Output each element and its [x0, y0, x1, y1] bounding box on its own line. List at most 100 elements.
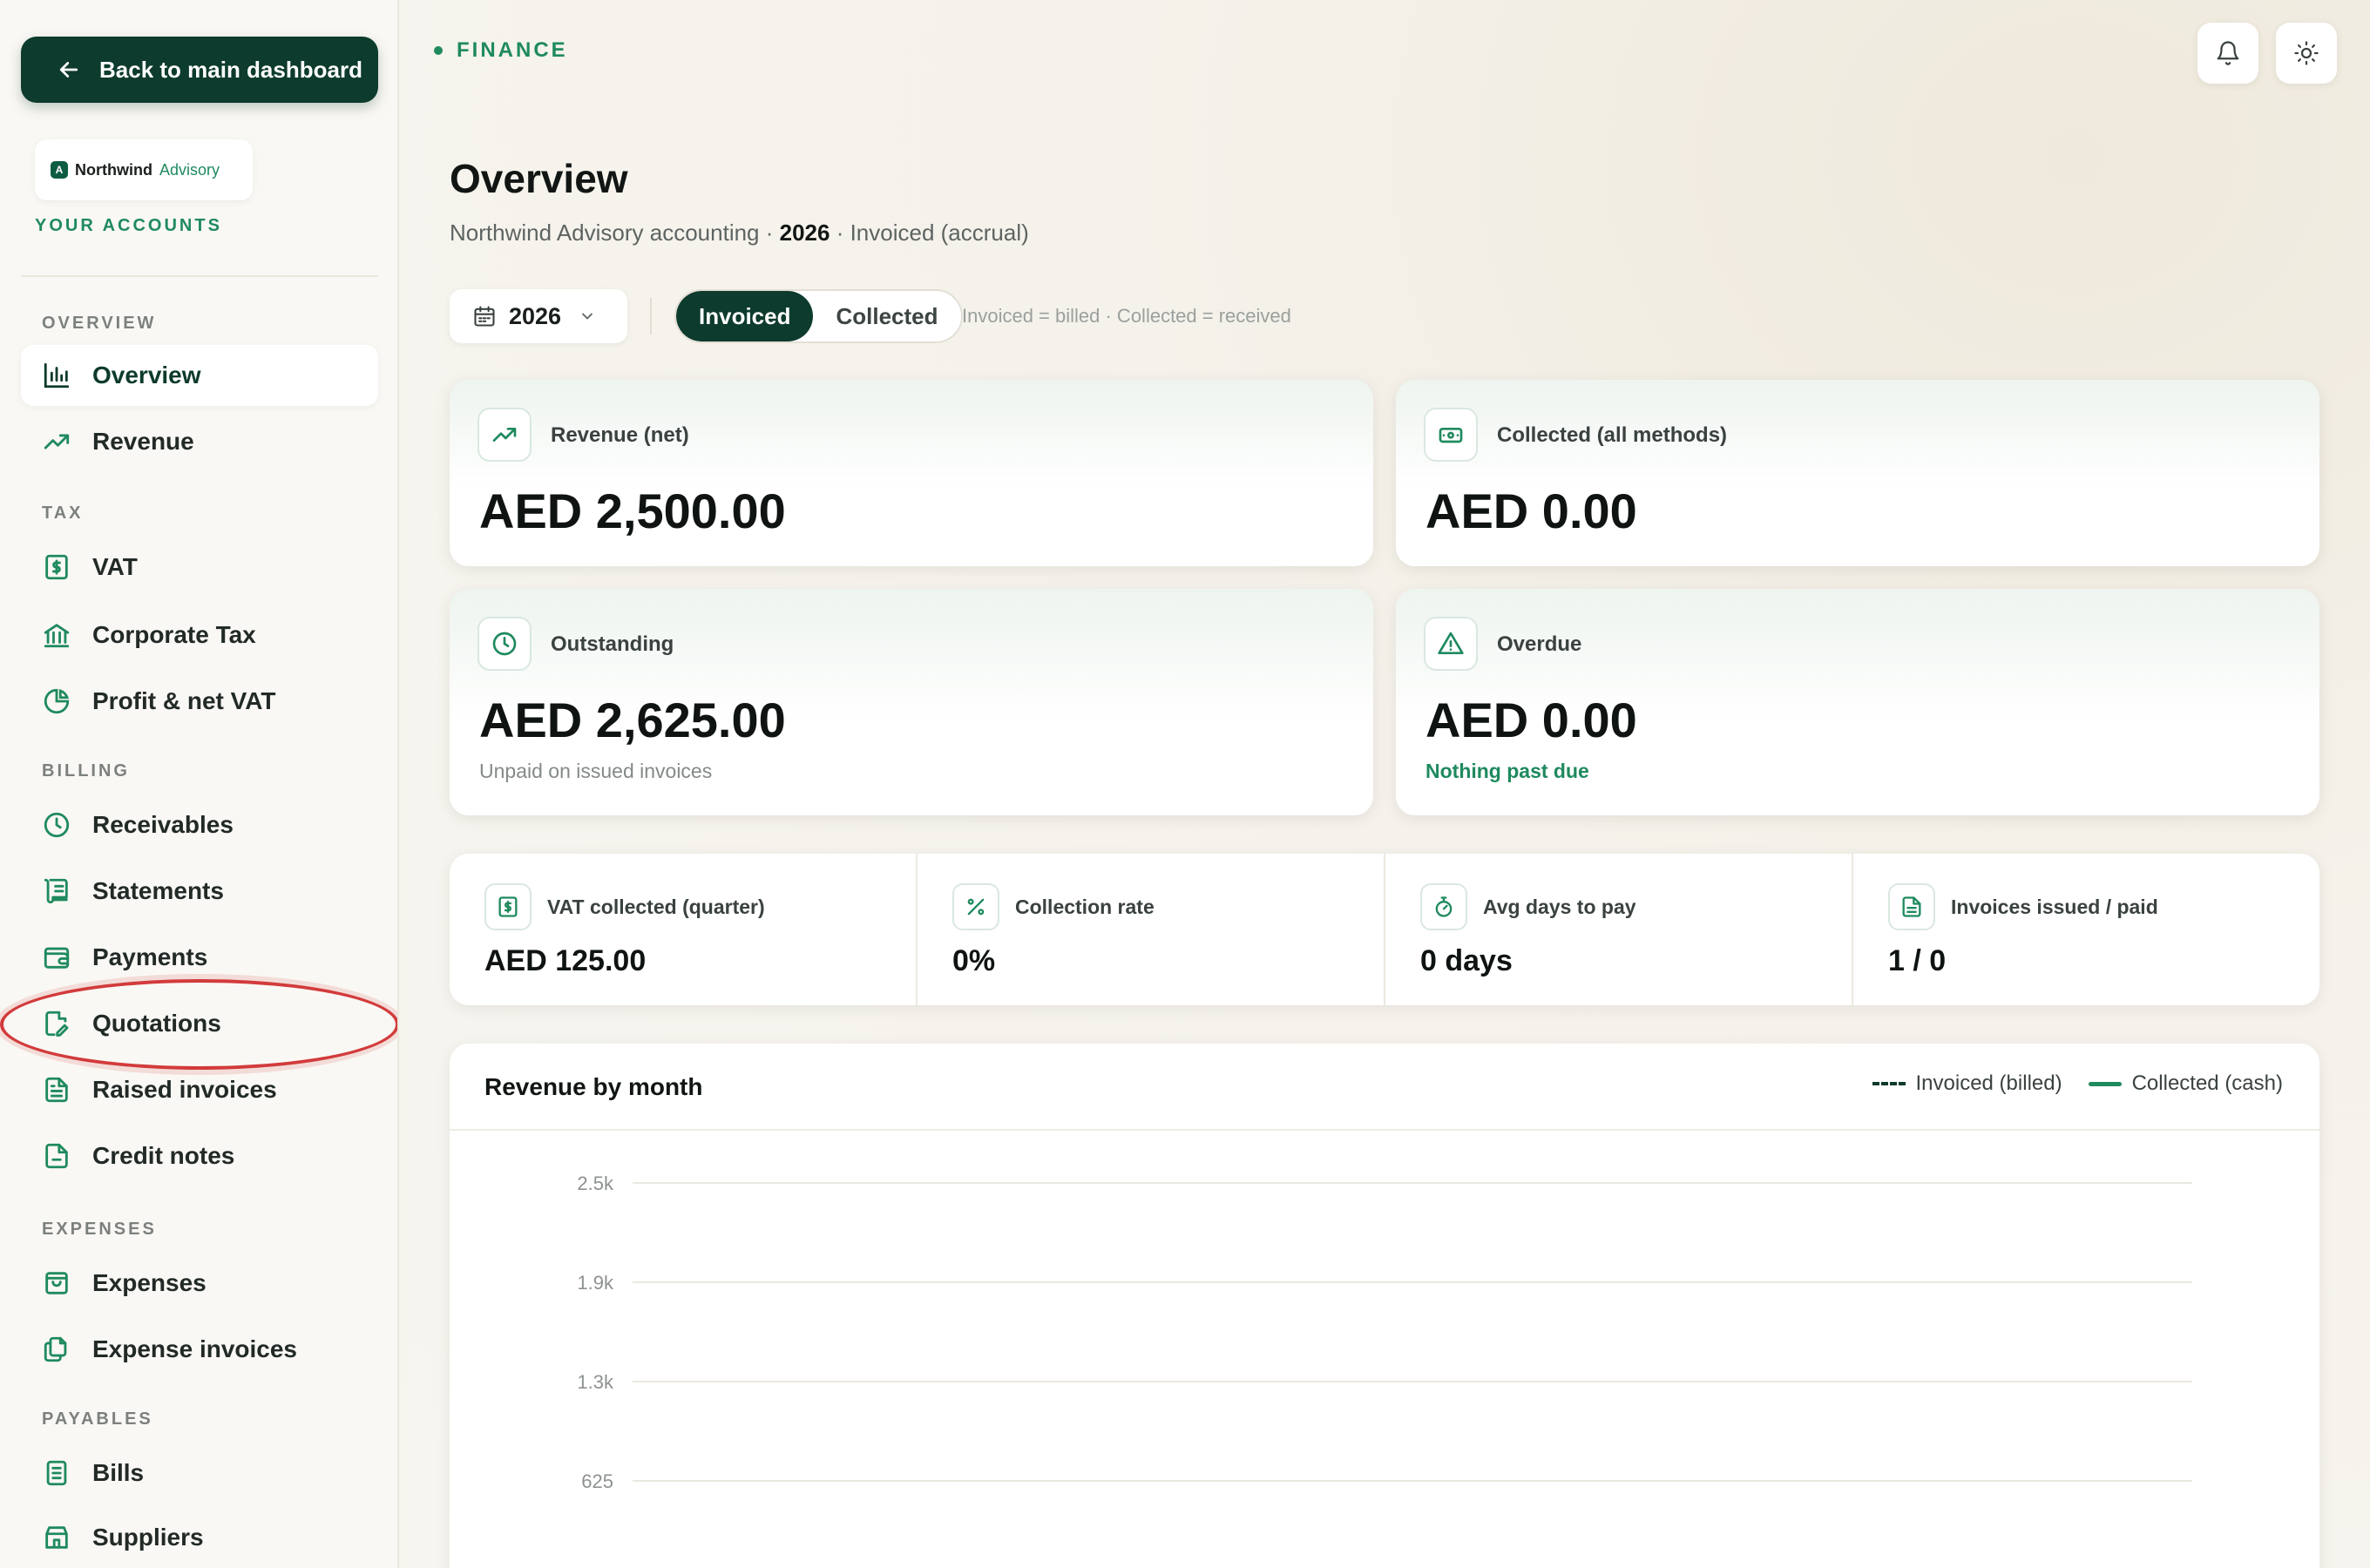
y-tick-label: 625: [581, 1470, 613, 1492]
section-label-tax: TAX: [42, 504, 84, 523]
your-accounts-link[interactable]: YOUR ACCOUNTS: [35, 216, 222, 236]
sidebar-item-label: Overview: [92, 362, 201, 389]
sidebar-item-profit-net-vat[interactable]: Profit & net VAT: [21, 671, 378, 732]
sidebar-item-revenue[interactable]: Revenue: [21, 411, 378, 472]
notifications-button[interactable]: [2197, 23, 2258, 84]
sidebar-item-label: Receivables: [92, 811, 234, 838]
back-to-dashboard-button[interactable]: Back to main dashboard: [21, 37, 378, 103]
brand-sub: Advisory: [159, 160, 220, 179]
sidebar-item-raised-invoices[interactable]: Raised invoices: [21, 1059, 378, 1120]
stats-strip: VAT collected (quarter) AED 125.00 Colle…: [450, 854, 2319, 1005]
shopping-bag-icon: [45, 1272, 68, 1294]
sidebar-item-label: Payments: [92, 943, 208, 970]
kpi-icon: [477, 408, 532, 462]
sidebar-item-suppliers[interactable]: Suppliers: [21, 1507, 378, 1568]
breadcrumb-dot: [434, 46, 443, 55]
chart-legend: Invoiced (billed) Collected (cash): [1872, 1071, 2283, 1096]
legend-swatch-solid: [2088, 1081, 2122, 1086]
file-icon: [45, 1143, 68, 1169]
chart-title: Revenue by month: [484, 1073, 703, 1100]
legend-label: Collected (cash): [2131, 1071, 2283, 1095]
stat-value: 1 / 0: [1888, 944, 1947, 977]
kpi-value: AED 2,625.00: [479, 693, 786, 747]
clock-icon: [492, 632, 517, 656]
receipt-dollar-icon: [498, 896, 518, 917]
year-select-value: 2026: [509, 302, 562, 329]
sidebar-item-expenses[interactable]: Expenses: [21, 1253, 378, 1314]
breadcrumb-label: FINANCE: [457, 38, 568, 62]
sidebar-item-label: VAT: [92, 553, 138, 580]
sidebar-item-statements[interactable]: Statements: [21, 861, 378, 922]
store-icon: [45, 1526, 68, 1549]
sidebar-item-bills[interactable]: Bills: [21, 1443, 378, 1504]
mode-hint: Invoiced = billed · Collected = received: [962, 305, 1291, 327]
kpi-label: Revenue (net): [551, 423, 689, 447]
kpi-value: AED 0.00: [1425, 483, 1637, 538]
stat-label: Invoices issued / paid: [1951, 896, 2158, 918]
kpi-label: Collected (all methods): [1497, 423, 1728, 447]
sidebar-item-label: Profit & net VAT: [92, 687, 276, 714]
y-tick-label: 1.3k: [577, 1371, 614, 1393]
receipt-icon: [46, 1460, 67, 1486]
bank-icon: [44, 624, 70, 648]
theme-toggle-button[interactable]: [2276, 23, 2337, 84]
main-content: FINANCE Overview Northwind Advisory acco…: [401, 0, 2370, 1568]
section-label-expenses: EXPENSES: [42, 1220, 157, 1239]
subtitle-prefix: Northwind Advisory accounting ·: [450, 220, 780, 246]
stat-value: AED 125.00: [484, 944, 647, 977]
wallet-icon: [44, 947, 70, 969]
kpi-card-overdue: Overdue AED 0.00 Nothing past due: [1396, 589, 2319, 815]
sidebar-item-overview[interactable]: Overview: [21, 345, 378, 406]
sidebar-item-label: Quotations: [92, 1010, 221, 1037]
section-label-overview: OVERVIEW: [42, 314, 157, 333]
kpi-icon: [1424, 408, 1478, 462]
trend-up-icon: [492, 428, 517, 442]
account-logo[interactable]: A Northwind Advisory: [35, 139, 253, 200]
subtitle-suffix: · Invoiced (accrual): [830, 220, 1029, 246]
stat-icon: [484, 883, 532, 930]
clock-icon: [44, 812, 70, 838]
kpi-icon: [477, 617, 532, 671]
legend-item-invoiced[interactable]: Invoiced (billed): [1872, 1071, 2062, 1096]
year-select[interactable]: 2026: [450, 289, 627, 343]
bell-icon: [2217, 41, 2239, 65]
sun-icon: [2294, 41, 2319, 65]
mode-toggle: Invoiced Collected: [674, 289, 963, 343]
sidebar-item-label: Revenue: [92, 428, 194, 455]
stat-avg-days-to-pay: Avg days to pay 0 days: [1385, 854, 1853, 1005]
stat-collection-rate: Collection rate 0%: [918, 854, 1385, 1005]
alert-triangle-icon: [1438, 632, 1464, 654]
sidebar-item-quotations[interactable]: Quotations: [21, 993, 378, 1054]
sidebar-item-credit-notes[interactable]: Credit notes: [21, 1125, 378, 1186]
sidebar-item-payments[interactable]: Payments: [21, 927, 378, 988]
kpi-card-collected: Collected (all methods) AED 0.00: [1396, 380, 2319, 566]
stat-vat-collected: VAT collected (quarter) AED 125.00: [450, 854, 918, 1005]
bar-chart-icon: [44, 362, 70, 389]
sidebar-item-label: Expenses: [92, 1269, 207, 1296]
mode-invoiced-button[interactable]: Invoiced: [676, 291, 814, 341]
sidebar-item-expense-invoices[interactable]: Expense invoices: [21, 1319, 378, 1380]
stat-label: Avg days to pay: [1483, 896, 1636, 918]
kpi-card-revenue: Revenue (net) AED 2,500.00: [450, 380, 1373, 566]
stat-icon: [1888, 883, 1935, 930]
sidebar-item-receivables[interactable]: Receivables: [21, 794, 378, 855]
section-label-billing: BILLING: [42, 761, 130, 781]
legend-item-collected[interactable]: Collected (cash): [2088, 1071, 2283, 1096]
sidebar: Back to main dashboard A Northwind Advis…: [0, 0, 399, 1568]
kpi-value: AED 2,500.00: [479, 483, 786, 538]
y-tick-label: 1.9k: [577, 1272, 614, 1294]
file-edit-icon: [45, 1010, 69, 1037]
page-subtitle: Northwind Advisory accounting · 2026 · I…: [450, 220, 1029, 247]
chart-plot: 2.5k 1.9k 1.3k 625: [577, 1173, 2192, 1492]
kpi-card-outstanding: Outstanding AED 2,625.00 Unpaid on issue…: [450, 589, 1373, 815]
sidebar-item-vat[interactable]: VAT: [21, 537, 378, 598]
stat-label: VAT collected (quarter): [547, 896, 765, 918]
trend-up-icon: [44, 434, 70, 449]
sidebar-item-label: Credit notes: [92, 1142, 235, 1169]
mode-collected-button[interactable]: Collected: [813, 291, 960, 341]
y-tick-label: 2.5k: [577, 1173, 614, 1194]
sidebar-item-corporate-tax[interactable]: Corporate Tax: [21, 605, 378, 666]
brand-mark: A: [51, 161, 68, 179]
filter-divider: [650, 298, 652, 335]
kpi-value: AED 0.00: [1425, 693, 1637, 747]
